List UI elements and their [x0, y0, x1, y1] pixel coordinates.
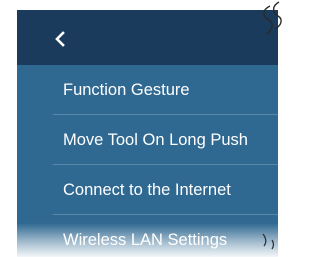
settings-panel: Function Gesture Move Tool On Long Push … [17, 10, 278, 257]
menu-item-connect-to-internet[interactable]: Connect to the Internet [17, 165, 278, 215]
back-button[interactable] [45, 24, 75, 54]
menu-list: Function Gesture Move Tool On Long Push … [17, 65, 278, 257]
menu-item-move-tool-on-long-push[interactable]: Move Tool On Long Push [17, 115, 278, 165]
chevron-left-icon [55, 31, 65, 47]
menu-item-label: Move Tool On Long Push [63, 131, 248, 149]
menu-item-wireless-lan-settings[interactable]: Wireless LAN Settings [17, 215, 278, 257]
menu-item-label: Function Gesture [63, 81, 190, 99]
menu-item-function-gesture[interactable]: Function Gesture [17, 65, 278, 115]
menu-item-label: Connect to the Internet [63, 181, 231, 199]
title-bar [17, 10, 278, 65]
menu-item-label: Wireless LAN Settings [63, 231, 228, 249]
